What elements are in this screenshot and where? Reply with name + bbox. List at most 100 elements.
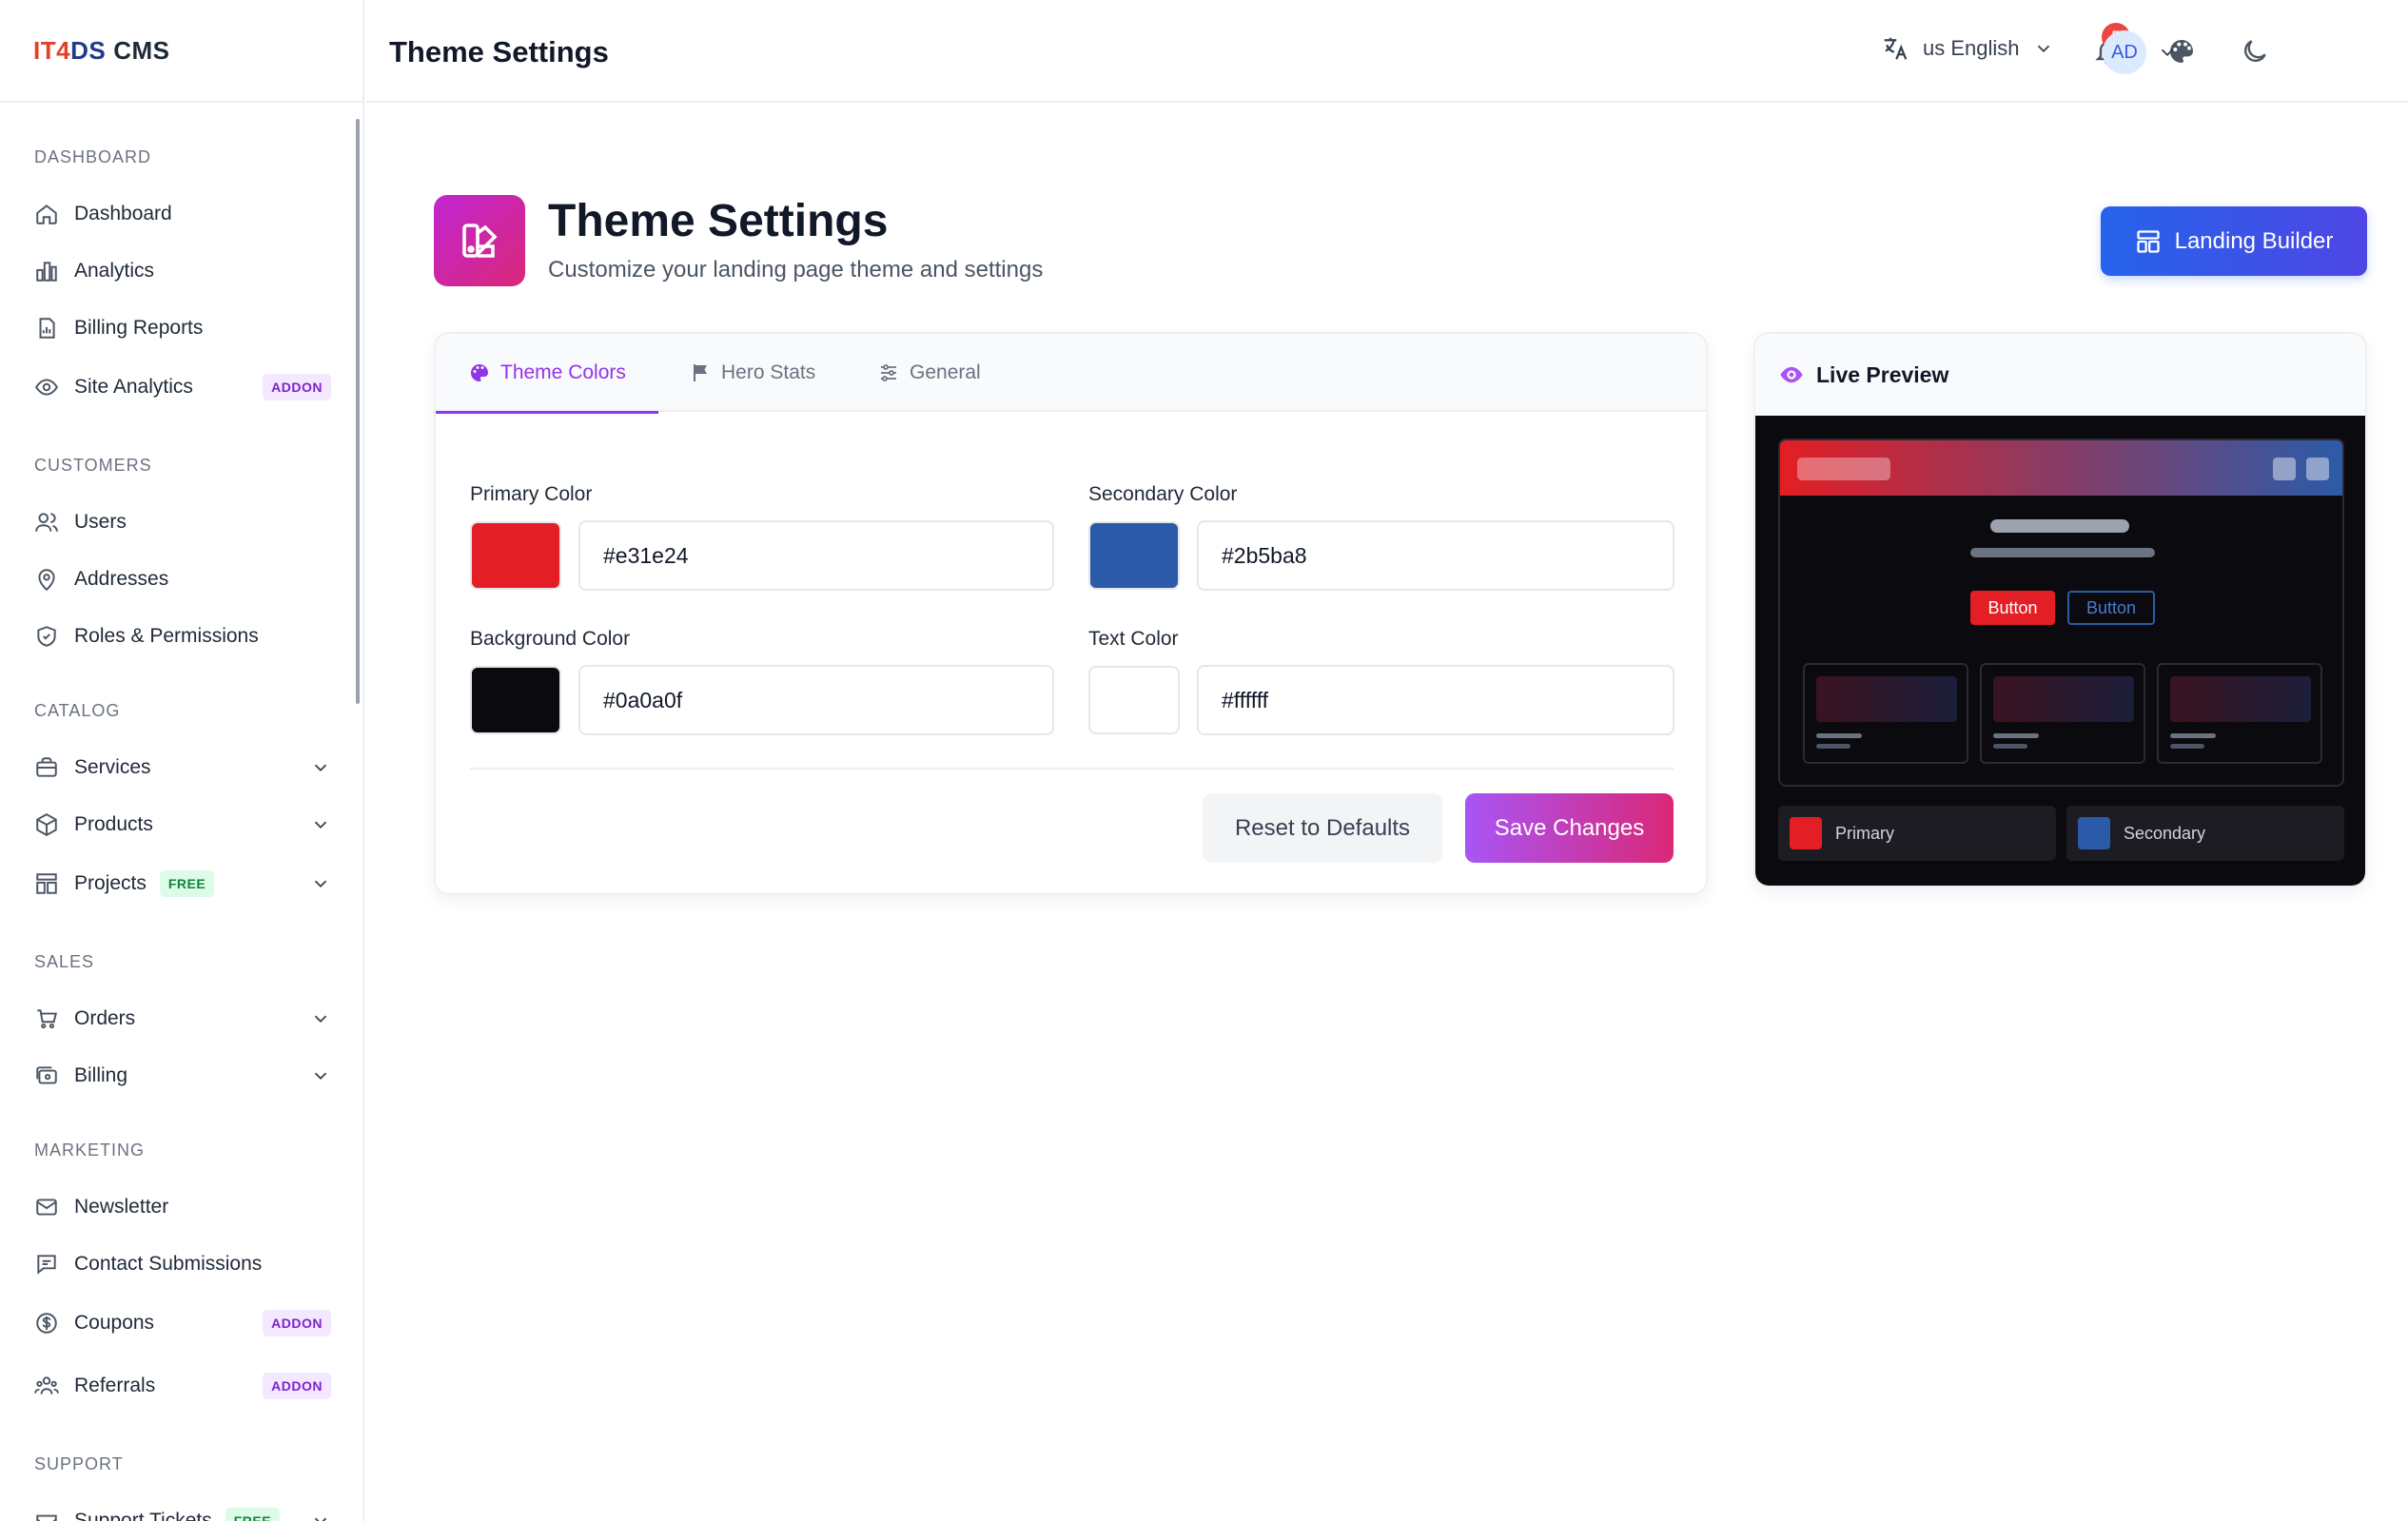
sidebar-item-label: Addresses (74, 568, 169, 590)
sidebar-item-billing-reports[interactable]: Billing Reports (34, 307, 331, 349)
preview-heading-line (1990, 519, 2129, 533)
layout-icon (2136, 229, 2160, 253)
page-subtitle: Customize your landing page theme and se… (548, 257, 1044, 283)
brand-part-3: DS (70, 35, 107, 65)
tab-bar: Theme Colors Hero Stats General (436, 334, 1706, 414)
live-preview-title: Live Preview (1816, 361, 1949, 387)
palette-icon (471, 364, 488, 381)
sidebar-item-users[interactable]: Users (34, 501, 331, 543)
text-color-input[interactable] (1197, 665, 1674, 735)
sidebar-item-label: Orders (74, 1007, 136, 1029)
sidebar-item-billing[interactable]: Billing (34, 1055, 331, 1097)
primary-color-input[interactable] (578, 520, 1054, 591)
chevron-down-icon[interactable] (310, 1511, 331, 1521)
chevron-down-icon[interactable] (310, 814, 331, 835)
eye-icon (1780, 366, 1803, 383)
flag-icon (694, 364, 707, 381)
background-color-input[interactable] (578, 665, 1054, 735)
live-preview-card: Live Preview Button Button Primary Secon… (1753, 332, 2367, 887)
preview-card (2157, 663, 2322, 764)
brand-logo[interactable]: IT 4 DS CMS (0, 0, 362, 103)
preview-card (1980, 663, 2145, 764)
sidebar-item-label: Newsletter (74, 1196, 169, 1218)
map-pin-icon (38, 569, 55, 592)
sliders-icon (881, 364, 896, 381)
section-sales: SALES (34, 952, 95, 971)
theme-settings-icon (434, 195, 525, 286)
secondary-color-label: Secondary Color (1088, 483, 1238, 505)
sidebar-item-newsletter[interactable]: Newsletter (34, 1186, 331, 1228)
dollar-icon (36, 1313, 57, 1334)
text-color-swatch[interactable] (1088, 666, 1180, 734)
sidebar-item-label: Projects (74, 872, 147, 894)
sidebar-item-addresses[interactable]: Addresses (34, 558, 331, 600)
users-icon (35, 513, 58, 532)
sidebar-item-label: Products (74, 813, 153, 835)
sidebar-item-dashboard[interactable]: Dashboard (34, 193, 331, 235)
addon-badge: ADDON (263, 374, 331, 400)
sidebar-item-products[interactable]: Products (34, 804, 331, 846)
form-divider (470, 768, 1674, 770)
legend-swatch (1790, 817, 1822, 849)
chevron-down-icon[interactable] (310, 1008, 331, 1029)
save-changes-button[interactable]: Save Changes (1465, 793, 1674, 863)
sidebar-item-coupons[interactable]: Coupons ADDON (34, 1302, 331, 1344)
landing-builder-button[interactable]: Landing Builder (2101, 206, 2367, 276)
sidebar: IT 4 DS CMS DASHBOARD Dashboard Analytics B… (0, 0, 364, 1521)
sidebar-item-orders[interactable]: Orders (34, 998, 331, 1040)
briefcase-icon (36, 757, 57, 777)
moon-icon[interactable] (2240, 36, 2270, 67)
primary-color-label: Primary Color (470, 483, 593, 505)
sidebar-scrollbar[interactable] (356, 119, 360, 704)
free-badge: FREE (225, 1508, 281, 1521)
reset-to-defaults-button[interactable]: Reset to Defaults (1203, 793, 1442, 863)
avatar[interactable]: AD (2103, 30, 2146, 74)
chevron-down-icon[interactable] (2157, 42, 2178, 63)
tab-label: Theme Colors (500, 361, 626, 383)
tab-hero-stats[interactable]: Hero Stats (689, 334, 815, 412)
primary-color-swatch[interactable] (470, 521, 561, 590)
language-selector[interactable]: us English (1881, 34, 2054, 63)
section-catalog: CATALOG (34, 701, 121, 720)
shield-icon (37, 626, 56, 647)
secondary-color-input[interactable] (1197, 520, 1674, 591)
theme-settings-card: Theme Colors Hero Stats General Primary … (434, 332, 1708, 895)
section-dashboard: DASHBOARD (34, 147, 152, 166)
sidebar-item-label: Site Analytics (74, 376, 193, 398)
legend-label: Secondary (2124, 823, 2206, 843)
sidebar-item-projects[interactable]: Projects FREE (34, 863, 331, 905)
home-icon (36, 205, 57, 224)
sidebar-item-contact-submissions[interactable]: Contact Submissions (34, 1243, 331, 1285)
sidebar-item-services[interactable]: Services (34, 747, 331, 789)
page-title: Theme Settings (548, 196, 889, 246)
sidebar-item-label: Users (74, 511, 127, 533)
language-label: us English (1923, 36, 2020, 60)
sidebar-item-support-tickets[interactable]: Support Tickets FREE (34, 1500, 331, 1521)
preview-logo-placeholder (1797, 458, 1890, 480)
ticket-icon (36, 1514, 57, 1521)
sidebar-item-referrals[interactable]: Referrals ADDON (34, 1365, 331, 1407)
sidebar-item-site-analytics[interactable]: Site Analytics ADDON (34, 366, 331, 408)
section-marketing: MARKETING (34, 1141, 146, 1160)
sidebar-item-label: Analytics (74, 260, 155, 282)
chevron-down-icon[interactable] (310, 1065, 331, 1086)
people-icon (34, 1376, 59, 1394)
background-color-swatch[interactable] (470, 666, 561, 734)
secondary-color-swatch[interactable] (1088, 521, 1180, 590)
tab-theme-colors[interactable]: Theme Colors (436, 334, 658, 414)
sidebar-item-roles[interactable]: Roles & Permissions (34, 615, 331, 657)
bar-chart-icon (36, 262, 57, 282)
sidebar-item-label: Contact Submissions (74, 1253, 263, 1275)
brand-part-4: CMS (113, 35, 170, 65)
addon-badge: ADDON (263, 1310, 331, 1336)
tab-label: Hero Stats (721, 361, 816, 383)
tab-general[interactable]: General (877, 334, 981, 412)
sidebar-item-label: Roles & Permissions (74, 625, 259, 647)
topbar-title: Theme Settings (389, 35, 609, 68)
chevron-down-icon[interactable] (310, 873, 331, 894)
sidebar-item-analytics[interactable]: Analytics (34, 250, 331, 292)
box-icon (36, 813, 57, 836)
mail-icon (36, 1199, 57, 1216)
section-support: SUPPORT (34, 1454, 124, 1473)
chevron-down-icon[interactable] (310, 757, 331, 778)
